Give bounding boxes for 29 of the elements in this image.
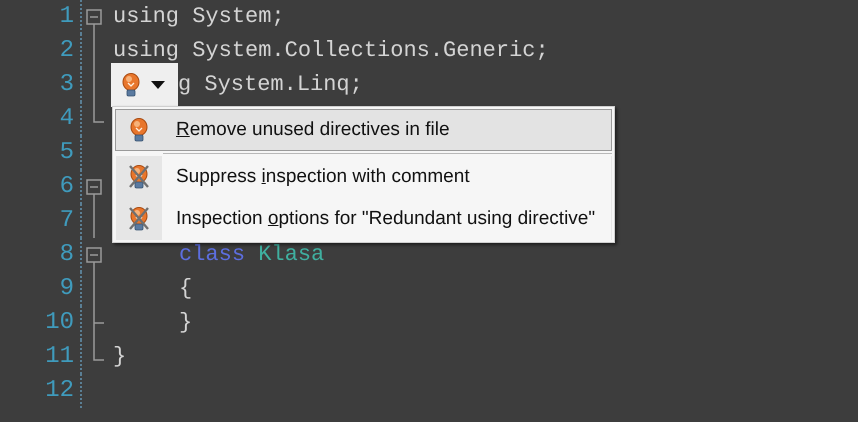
- line-number: 2: [0, 34, 82, 68]
- fold-end-line: [93, 102, 104, 123]
- line-number: 10: [0, 306, 82, 340]
- line-number: 1: [0, 0, 82, 34]
- line-number: 3: [0, 68, 82, 102]
- caret-icon: [151, 81, 165, 89]
- line-number: 5: [0, 136, 82, 170]
- line-number: 4: [0, 102, 82, 136]
- line-number: 11: [0, 340, 82, 374]
- menu-item[interactable]: Inspection options for "Redundant using directive": [115, 198, 612, 240]
- menu-item[interactable]: Remove unused directives in file: [115, 109, 612, 151]
- line-number: 7: [0, 204, 82, 238]
- code-line: }: [178, 309, 192, 337]
- line-number: 8: [0, 238, 82, 272]
- crossed-lightbulb-icon: [127, 206, 151, 232]
- menu-item[interactable]: Suppress inspection with comment: [115, 156, 612, 198]
- line-number: 9: [0, 272, 82, 306]
- code-line: class Klasa: [178, 241, 324, 269]
- code-line: g System.Linq;: [178, 71, 363, 99]
- quick-fix-button[interactable]: [111, 63, 178, 107]
- line-number: 6: [0, 170, 82, 204]
- crossed-lightbulb-icon: [127, 164, 151, 190]
- line-number: 12: [0, 374, 82, 408]
- code-line: using System.Collections.Generic;: [112, 37, 549, 65]
- code-line: {: [178, 275, 192, 303]
- code-line: }: [112, 343, 126, 371]
- code-line: using System;: [112, 3, 285, 31]
- fold-end-line: [93, 340, 104, 361]
- fold-line: [93, 204, 95, 238]
